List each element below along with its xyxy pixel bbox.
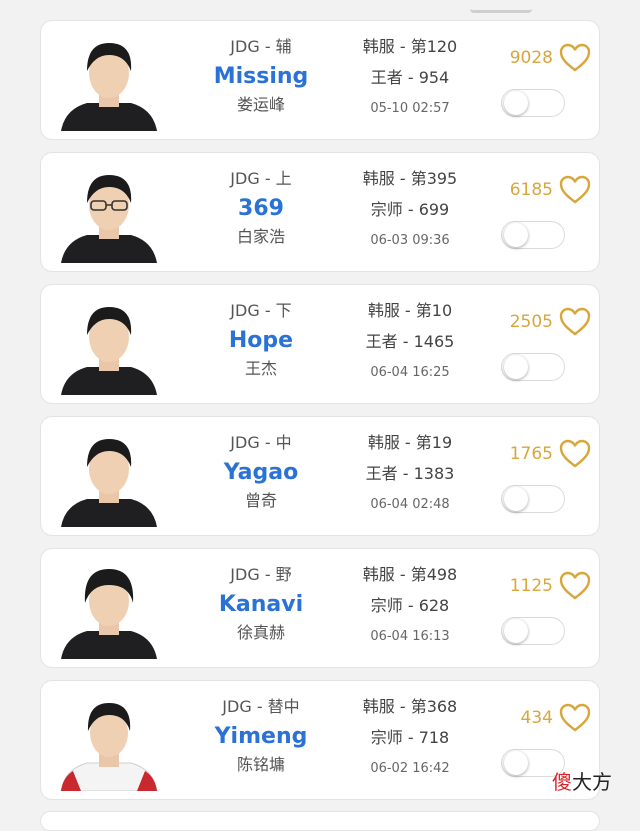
server-rank: 韩服 - 第395: [362, 169, 458, 188]
player-real-name: 娄运峰: [236, 95, 285, 114]
player-avatar: [57, 163, 161, 263]
player-nickname[interactable]: 369: [191, 191, 331, 227]
player-card-yagao[interactable]: JDG - 中 Yagao 曾奇 韩服 - 第19 王者 - 1383 06-0…: [40, 416, 600, 536]
follow-toggle[interactable]: [501, 485, 565, 513]
player-avatar: [57, 31, 161, 131]
player-nickname[interactable]: Hope: [191, 323, 331, 359]
heart-outline-icon[interactable]: [559, 439, 591, 469]
tier-score: 王者 - 954: [370, 68, 450, 87]
toggle-knob: [504, 91, 528, 115]
player-avatar: [57, 691, 161, 791]
toggle-knob: [504, 619, 528, 643]
team-role: JDG - 中: [230, 433, 292, 452]
update-time: 06-03 09:36: [370, 233, 450, 248]
toggle-knob: [504, 751, 528, 775]
player-avatar: [57, 427, 161, 527]
like-button[interactable]: 434: [491, 701, 591, 735]
follow-toggle[interactable]: [501, 617, 565, 645]
team-role: JDG - 野: [230, 565, 292, 584]
player-card-kanavi[interactable]: JDG - 野 Kanavi 徐真赫 韩服 - 第498 宗师 - 628 06…: [40, 548, 600, 668]
watermark-accent: 傻: [552, 770, 572, 794]
player-nickname[interactable]: Missing: [191, 59, 331, 95]
like-button[interactable]: 2505: [491, 305, 591, 339]
like-count: 1765: [509, 444, 553, 464]
like-button[interactable]: 6185: [491, 173, 591, 207]
update-time: 06-04 16:13: [370, 629, 450, 644]
watermark-rest: 大方: [572, 770, 612, 794]
player-card-missing[interactable]: JDG - 辅 Missing 娄运峰 韩服 - 第120 王者 - 954 0…: [40, 20, 600, 140]
toggle-knob: [504, 487, 528, 511]
player-avatar: [57, 295, 161, 395]
heart-outline-icon[interactable]: [559, 571, 591, 601]
like-count: 6185: [509, 180, 553, 200]
scroll-handle: [470, 0, 532, 13]
like-button[interactable]: 9028: [491, 41, 591, 75]
server-rank: 韩服 - 第10: [367, 301, 453, 320]
player-real-name: 白家浩: [236, 227, 285, 246]
server-rank: 韩服 - 第498: [362, 565, 458, 584]
heart-outline-icon[interactable]: [559, 703, 591, 733]
player-nickname[interactable]: Yimeng: [191, 719, 331, 755]
heart-outline-icon[interactable]: [559, 307, 591, 337]
player-card-369[interactable]: JDG - 上 369 白家浩 韩服 - 第395 宗师 - 699 06-03…: [40, 152, 600, 272]
player-card-partial[interactable]: [40, 811, 600, 831]
like-count: 434: [520, 708, 553, 728]
player-avatar: [57, 559, 161, 659]
like-count: 2505: [509, 312, 553, 332]
update-time: 06-02 16:42: [370, 761, 450, 776]
tier-score: 王者 - 1383: [365, 464, 455, 483]
player-nickname[interactable]: Yagao: [191, 455, 331, 491]
follow-toggle[interactable]: [501, 89, 565, 117]
toggle-knob: [504, 355, 528, 379]
player-real-name: 曾奇: [244, 491, 277, 510]
team-role: JDG - 辅: [230, 37, 292, 56]
tier-score: 宗师 - 718: [370, 728, 450, 747]
update-time: 05-10 02:57: [370, 101, 450, 116]
player-real-name: 王杰: [244, 359, 277, 378]
follow-toggle[interactable]: [501, 353, 565, 381]
update-time: 06-04 02:48: [370, 497, 450, 512]
heart-outline-icon[interactable]: [559, 175, 591, 205]
like-button[interactable]: 1765: [491, 437, 591, 471]
team-role: JDG - 替中: [222, 697, 300, 716]
tier-score: 宗师 - 699: [370, 200, 450, 219]
player-real-name: 徐真赫: [236, 623, 285, 642]
player-card-hope[interactable]: JDG - 下 Hope 王杰 韩服 - 第10 王者 - 1465 06-04…: [40, 284, 600, 404]
tier-score: 王者 - 1465: [365, 332, 455, 351]
like-button[interactable]: 1125: [491, 569, 591, 603]
team-role: JDG - 下: [230, 301, 292, 320]
player-nickname[interactable]: Kanavi: [191, 587, 331, 623]
server-rank: 韩服 - 第19: [367, 433, 453, 452]
player-real-name: 陈铭墉: [236, 755, 285, 774]
toggle-knob: [504, 223, 528, 247]
server-rank: 韩服 - 第368: [362, 697, 458, 716]
follow-toggle[interactable]: [501, 221, 565, 249]
tier-score: 宗师 - 628: [370, 596, 450, 615]
watermark: 傻大方: [552, 766, 612, 795]
team-role: JDG - 上: [230, 169, 292, 188]
like-count: 1125: [509, 576, 553, 596]
player-card-yimeng[interactable]: JDG - 替中 Yimeng 陈铭墉 韩服 - 第368 宗师 - 718 0…: [40, 680, 600, 800]
server-rank: 韩服 - 第120: [362, 37, 458, 56]
like-count: 9028: [509, 48, 553, 68]
heart-outline-icon[interactable]: [559, 43, 591, 73]
update-time: 06-04 16:25: [370, 365, 450, 380]
